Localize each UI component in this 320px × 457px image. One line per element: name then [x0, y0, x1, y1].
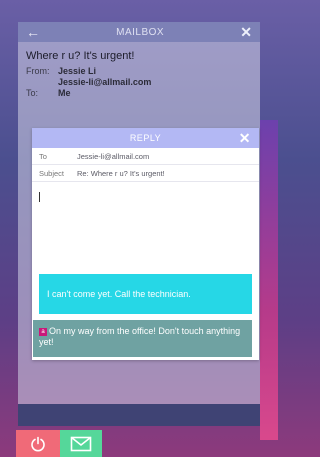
reply-to-value: Jessie-li@allmail.com [77, 151, 150, 161]
mailbox-title-bar: ← MAILBOX ✕ [18, 22, 260, 42]
suggestion-badge: a [39, 327, 47, 336]
background-accent [260, 120, 278, 440]
power-icon [31, 436, 45, 451]
to-value: Me [58, 88, 71, 98]
suggestion-text-2: On my way from the office! Don't touch a… [39, 326, 241, 347]
mail-button[interactable] [60, 430, 102, 457]
from-label: From: [26, 66, 50, 76]
screen: ← MAILBOX ✕ Where r u? It's urgent! From… [0, 0, 278, 457]
suggestion-option-1[interactable]: I can't come yet. Call the technician. [39, 274, 252, 314]
reply-body-area[interactable] [32, 184, 259, 268]
arrow-left-icon[interactable]: ← [26, 24, 40, 40]
message-subject: Where r u? It's urgent! [26, 50, 135, 62]
reply-subject-row[interactable]: Subject Re: Where r u? It's urgent! [32, 165, 259, 182]
mailbox-title: MAILBOX [116, 26, 165, 38]
reply-to-row[interactable]: To Jessie-li@allmail.com [32, 148, 259, 165]
message-to: To: Me [18, 88, 260, 99]
reply-subject-label: Subject [39, 168, 65, 178]
message-from-email: Jessie-li@allmail.com [18, 77, 260, 88]
close-icon[interactable]: ✕ [240, 24, 252, 41]
suggestion-option-2[interactable]: a On my way from the office! Don't touch … [33, 320, 252, 357]
reply-title: REPLY [129, 133, 162, 143]
mailbox-bottom-strip [18, 404, 260, 426]
message-from: From: Jessie Li [18, 66, 260, 77]
reply-to-label: To [39, 151, 47, 161]
from-email: Jessie-li@allmail.com [58, 77, 152, 87]
close-icon[interactable]: ✕ [239, 130, 251, 147]
to-label: To: [26, 88, 39, 98]
reply-subject-value: Re: Where r u? It's urgent! [77, 168, 165, 178]
from-name: Jessie Li [58, 66, 97, 76]
suggestion-text-1: I can't come yet. Call the technician. [47, 289, 191, 299]
envelope-icon [70, 436, 92, 451]
reply-title-bar: REPLY ✕ [32, 128, 259, 148]
power-button[interactable] [16, 430, 60, 457]
